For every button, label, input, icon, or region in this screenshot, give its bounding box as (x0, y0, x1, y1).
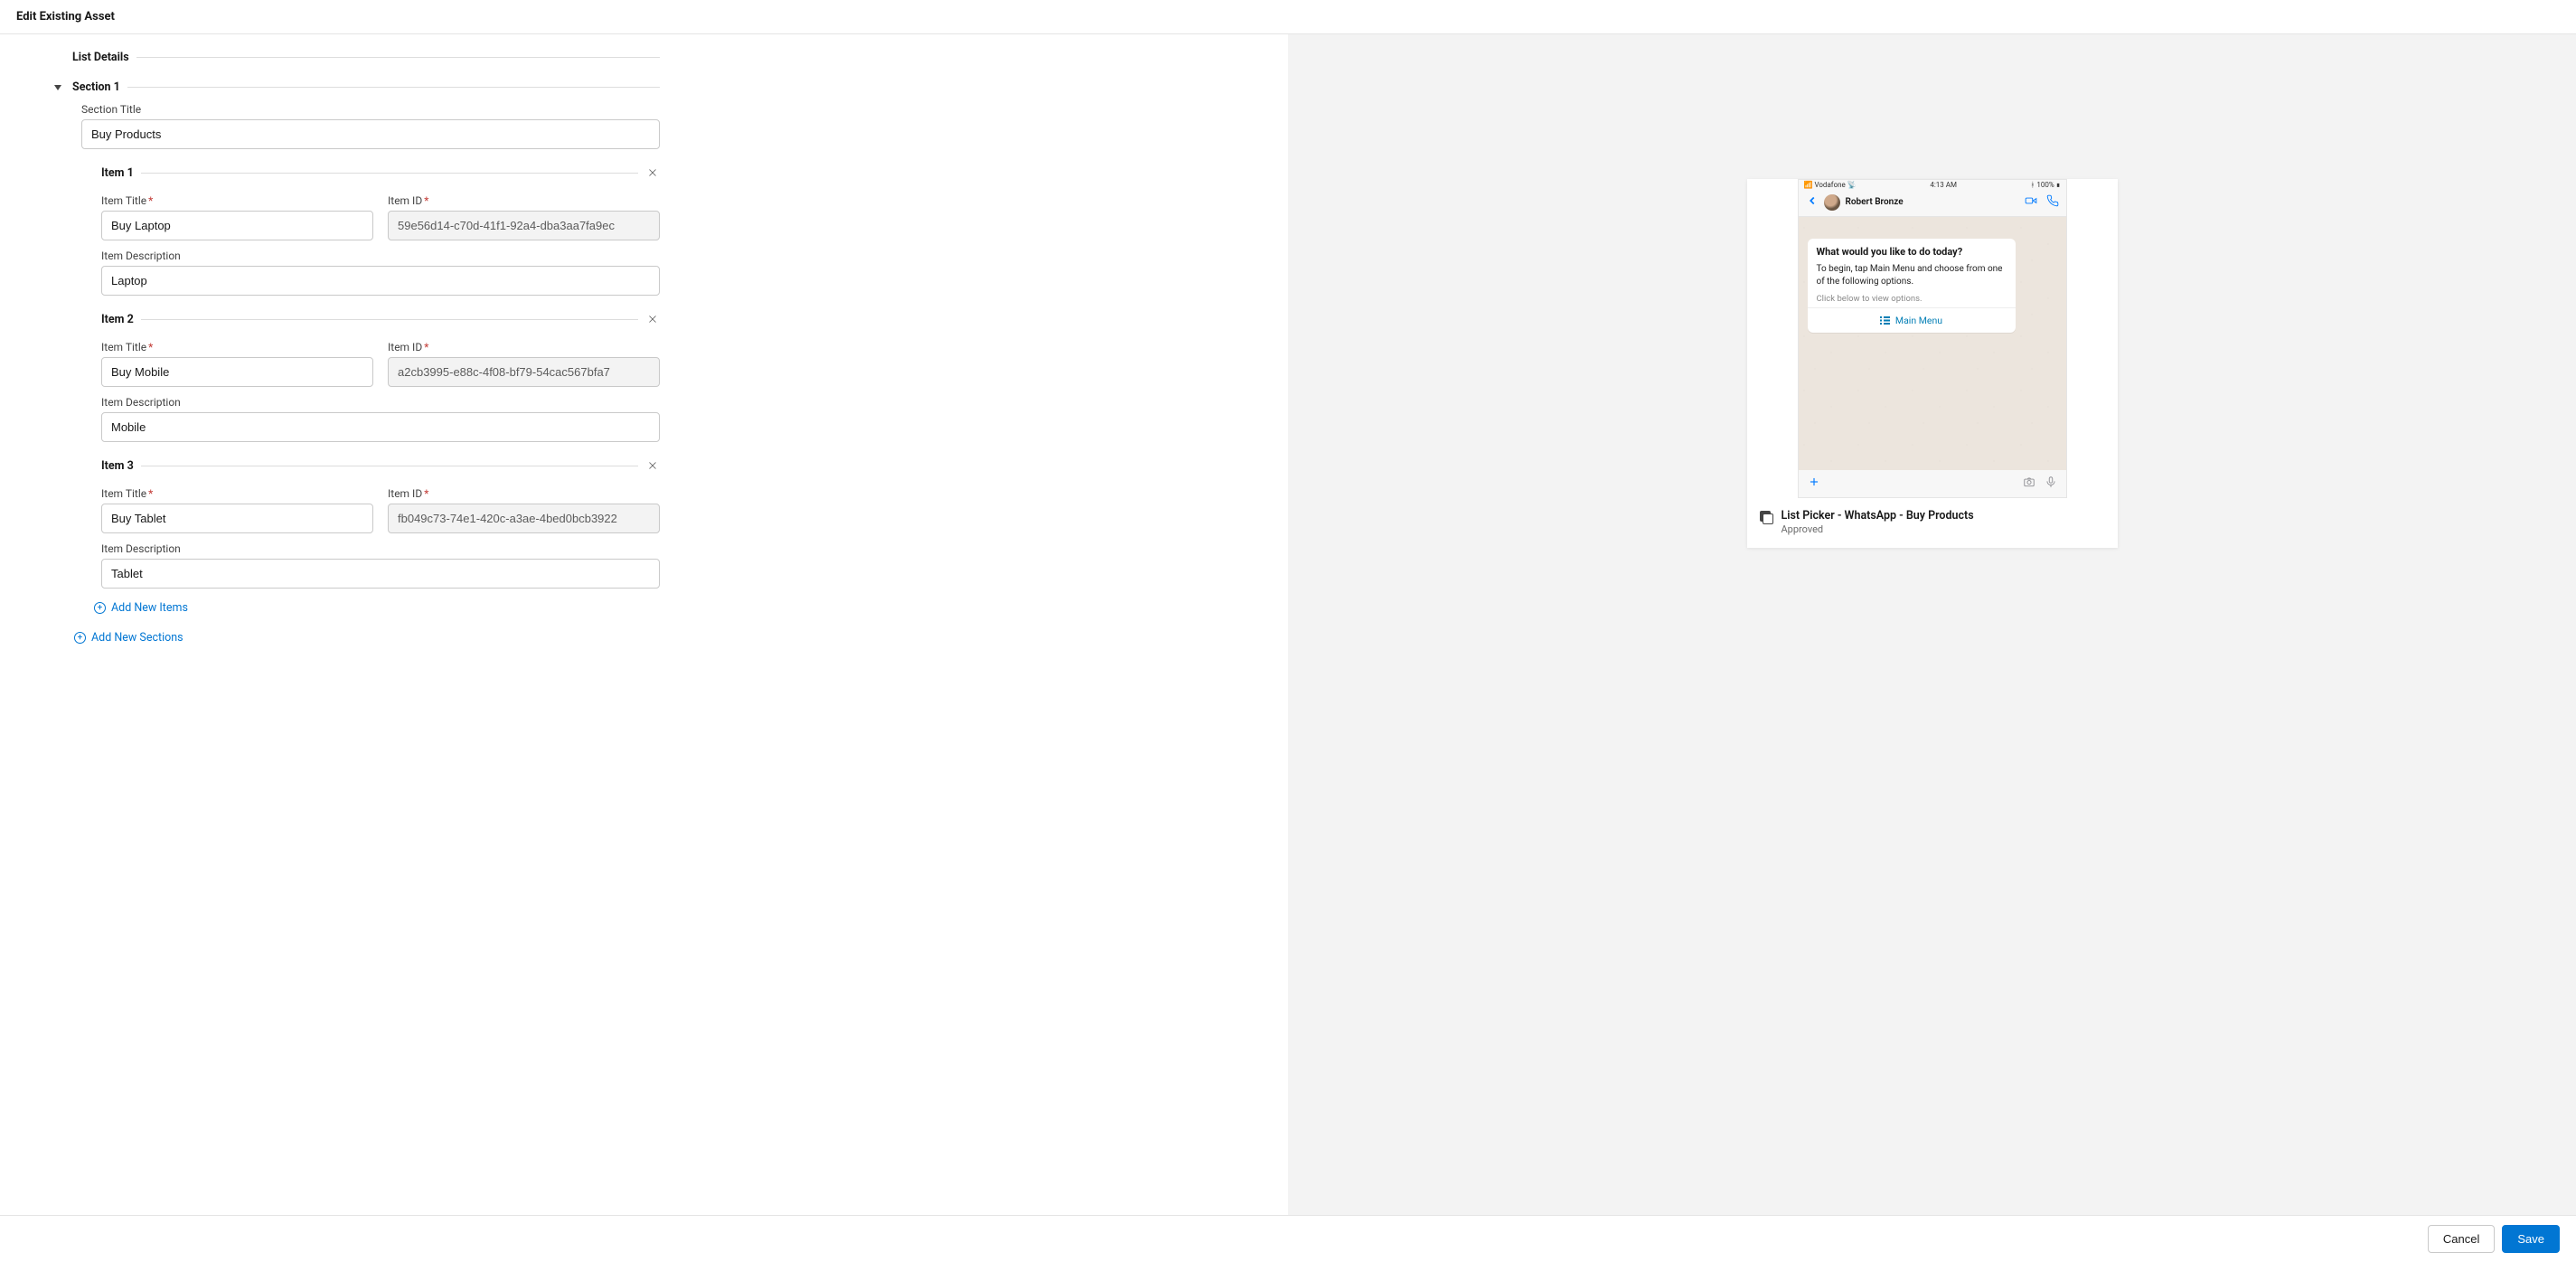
mic-icon[interactable] (2045, 476, 2057, 492)
footer: Cancel Save (0, 1215, 2576, 1262)
section-collapse-toggle[interactable] (54, 85, 61, 90)
preview-asset-status: Approved (1782, 523, 1974, 535)
divider (127, 87, 660, 88)
chat-input-bar (1799, 470, 2066, 497)
add-new-sections-label: Add New Sections (91, 631, 183, 645)
item-heading: Item 3 (101, 459, 134, 473)
item-description-input[interactable] (101, 266, 660, 296)
item-title-label: Item Title* (101, 487, 373, 500)
main-menu-button[interactable]: Main Menu (1808, 307, 2016, 333)
bubble-hint: Click below to view options. (1817, 294, 2007, 304)
item-title-label: Item Title* (101, 341, 373, 353)
plus-icon[interactable] (1808, 476, 1820, 492)
phone-preview: 📶 Vodafone 📡 4:13 AM ᚼ 100% ▮ Robert Bro… (1798, 179, 2067, 498)
remove-item-button[interactable] (645, 165, 660, 180)
item-id-label: Item ID* (388, 341, 660, 353)
bubble-body-text: To begin, tap Main Menu and choose from … (1817, 263, 2007, 288)
item-title-label: Item Title* (101, 194, 373, 207)
item-title-input[interactable] (101, 504, 373, 533)
voice-call-icon[interactable] (2046, 194, 2059, 211)
video-call-icon[interactable] (2025, 194, 2037, 211)
section-title-label: Section Title (81, 103, 660, 116)
preview-asset-title: List Picker - WhatsApp - Buy Products (1782, 509, 1974, 523)
item-description-input[interactable] (101, 559, 660, 589)
item-id-input (388, 357, 660, 387)
divider (141, 173, 638, 174)
item-description-label: Item Description (101, 396, 660, 409)
back-icon[interactable] (1806, 193, 1819, 211)
camera-icon[interactable] (2023, 476, 2035, 492)
plus-circle-icon: + (94, 602, 106, 614)
contact-name: Robert Bronze (1846, 197, 2025, 207)
item-title-input[interactable] (101, 211, 373, 240)
add-new-items-button[interactable]: + Add New Items (94, 601, 188, 615)
item-id-input (388, 211, 660, 240)
chat-header: Robert Bronze (1799, 190, 2066, 217)
section-title-input[interactable] (81, 119, 660, 149)
item-id-input (388, 504, 660, 533)
list-icon (1880, 316, 1890, 325)
add-new-items-label: Add New Items (111, 601, 188, 615)
divider (141, 319, 638, 320)
asset-type-icon (1760, 511, 1772, 523)
item-heading: Item 2 (101, 313, 134, 326)
bubble-action-label: Main Menu (1895, 315, 1942, 326)
item-description-label: Item Description (101, 542, 660, 555)
item-description-input[interactable] (101, 412, 660, 442)
item-id-label: Item ID* (388, 194, 660, 207)
save-button[interactable]: Save (2502, 1225, 2560, 1253)
phone-status-bar: 📶 Vodafone 📡 4:13 AM ᚼ 100% ▮ (1799, 180, 2066, 190)
item-id-label: Item ID* (388, 487, 660, 500)
avatar (1824, 194, 1840, 211)
section-1-heading: Section 1 (72, 80, 120, 94)
form-panel: List Details Section 1 Section Title Ite… (0, 34, 1288, 1215)
bubble-title: What would you like to do today? (1817, 246, 2007, 259)
preview-panel: 📶 Vodafone 📡 4:13 AM ᚼ 100% ▮ Robert Bro… (1288, 34, 2576, 1215)
chat-body: What would you like to do today? To begi… (1799, 217, 2066, 470)
message-bubble: What would you like to do today? To begi… (1808, 239, 2016, 333)
cancel-button[interactable]: Cancel (2428, 1225, 2495, 1253)
remove-item-button[interactable] (645, 312, 660, 326)
item-description-label: Item Description (101, 250, 660, 262)
plus-circle-icon: + (74, 632, 86, 644)
list-details-heading: List Details (72, 51, 129, 64)
preview-card: 📶 Vodafone 📡 4:13 AM ᚼ 100% ▮ Robert Bro… (1747, 179, 2118, 548)
add-new-sections-button[interactable]: + Add New Sections (74, 631, 183, 645)
item-title-input[interactable] (101, 357, 373, 387)
item-heading: Item 1 (101, 166, 134, 180)
remove-item-button[interactable] (645, 458, 660, 473)
divider (136, 57, 660, 58)
page-title: Edit Existing Asset (0, 0, 2576, 34)
